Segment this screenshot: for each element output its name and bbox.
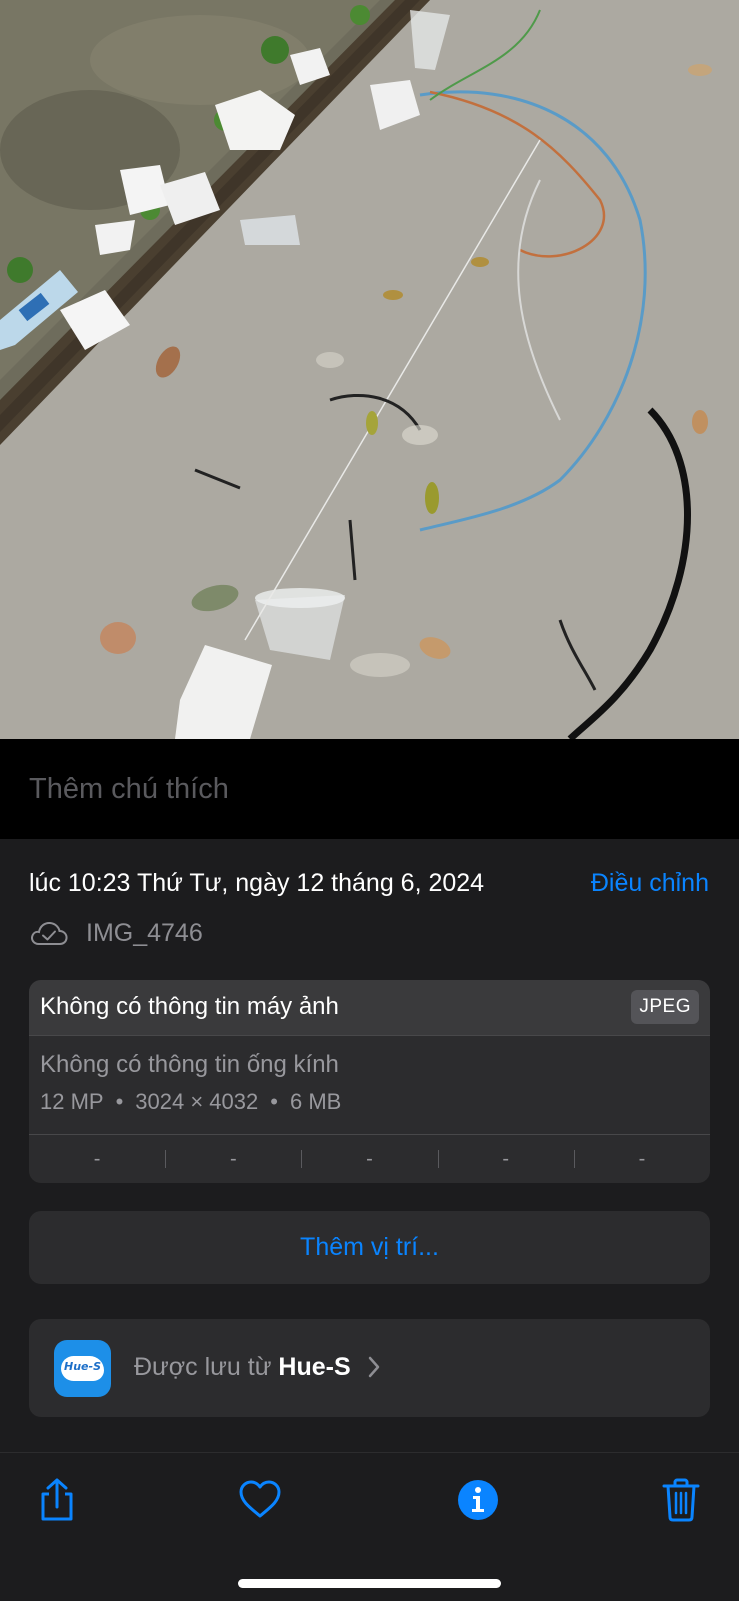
photo-image: [0, 0, 739, 739]
source-app-name: Hue-S: [278, 1353, 351, 1381]
exif-aperture: -: [437, 1135, 574, 1183]
home-indicator: [238, 1579, 501, 1588]
share-icon[interactable]: [34, 1477, 80, 1523]
hue-s-app-icon: Hue-S: [54, 1340, 111, 1397]
exif-shutter: -: [573, 1135, 710, 1183]
exif-row: - - - - -: [29, 1134, 710, 1183]
exif-iso: -: [93, 1148, 101, 1170]
trash-icon[interactable]: [658, 1477, 704, 1523]
chevron-right-icon: [368, 1356, 380, 1378]
caption-area: [0, 739, 739, 839]
spec-separator: •: [115, 1089, 124, 1114]
source-app-row[interactable]: Hue-S Được lưu từ Hue-S: [29, 1319, 710, 1417]
add-location-button[interactable]: Thêm vị trí...: [29, 1211, 710, 1284]
lens-info: Không có thông tin ống kính: [40, 1051, 339, 1078]
app-icon-text: Hue-S: [64, 1360, 101, 1373]
file-size: 6 MB: [289, 1089, 342, 1114]
file-row: IMG_4746: [29, 917, 203, 949]
format-badge: JPEG: [631, 990, 699, 1024]
info-panel: lúc 10:23 Thứ Tư, ngày 12 tháng 6, 2024 …: [0, 839, 739, 1452]
exif-exposure: -: [301, 1135, 437, 1183]
spec-separator: •: [270, 1089, 278, 1114]
file-name: IMG_4746: [86, 918, 203, 947]
heart-icon[interactable]: [237, 1477, 283, 1523]
photo[interactable]: [0, 0, 739, 739]
camera-info-card: Không có thông tin máy ảnh JPEG Không có…: [29, 980, 710, 1183]
camera-title: Không có thông tin máy ảnh: [40, 993, 339, 1020]
source-text: Được lưu từ Hue-S: [134, 1353, 351, 1382]
photo-specs: 12 MP • 3024 × 4032 • 6 MB: [40, 1089, 341, 1115]
adjust-date-button[interactable]: Điều chỉnh: [591, 869, 709, 898]
camera-header: Không có thông tin máy ảnh JPEG: [29, 980, 710, 1036]
info-icon[interactable]: [455, 1477, 501, 1523]
caption-input[interactable]: [29, 769, 709, 809]
megapixels: 12 MP: [40, 1089, 104, 1114]
photo-date: lúc 10:23 Thứ Tư, ngày 12 tháng 6, 2024: [29, 869, 485, 897]
exif-focal-length: -: [165, 1135, 301, 1183]
source-prefix: Được lưu từ: [134, 1353, 279, 1381]
cloud-icon: [31, 921, 68, 945]
resolution: 3024 × 4032: [135, 1089, 259, 1114]
